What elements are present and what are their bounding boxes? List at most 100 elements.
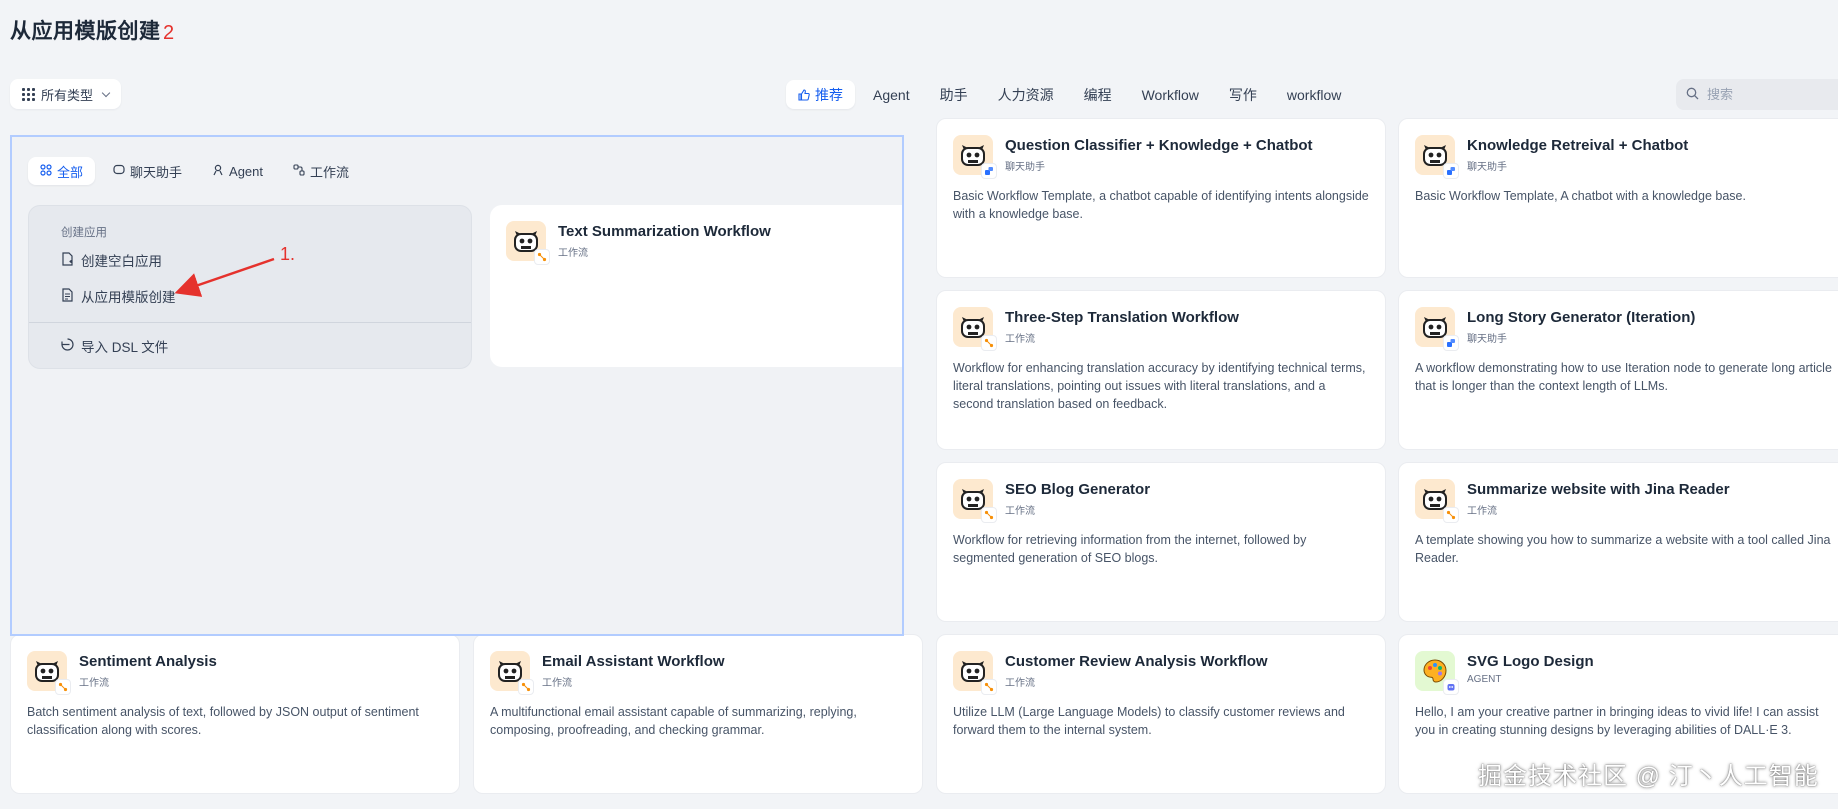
menu-divider (29, 322, 471, 323)
template-card[interactable]: Sentiment Analysis 工作流 Batch sentiment a… (10, 634, 460, 794)
card-title: Long Story Generator (Iteration) (1467, 309, 1696, 326)
create-app-menu: 创建应用 创建空白应用 从应用模版创建 导入 DSL 文件 (28, 205, 472, 369)
search-box[interactable] (1676, 79, 1838, 110)
overlay-tab-workflow[interactable]: 工作流 (281, 157, 361, 185)
robot-face-icon (1415, 479, 1459, 523)
robot-face-icon (27, 651, 71, 695)
card-type: 工作流 (1005, 506, 1035, 517)
card-description: Utilize LLM (Large Language Models) to c… (953, 705, 1345, 737)
tab-assistant[interactable]: 助手 (928, 80, 980, 109)
tab-workflow[interactable]: Workflow (1130, 80, 1211, 109)
card-type: 工作流 (1467, 506, 1497, 517)
card-type: 工作流 (1005, 678, 1035, 689)
robot-face-icon (953, 135, 997, 179)
card-title: Email Assistant Workflow (542, 653, 725, 670)
template-card[interactable]: SEO Blog Generator 工作流 Workflow for retr… (936, 462, 1386, 622)
overlay-tab-label: Agent (229, 163, 264, 179)
card-title: Text Summarization Workflow (558, 223, 771, 240)
card-type: 聊天助手 (1467, 162, 1507, 173)
card-type: 聊天助手 (1005, 162, 1045, 173)
chat-badge-icon (1443, 163, 1459, 179)
type-select-label: 所有类型 (41, 87, 94, 103)
template-card[interactable]: Question Classifier + Knowledge + Chatbo… (936, 118, 1386, 278)
tab-agent[interactable]: Agent (861, 80, 922, 109)
menu-create-blank-app[interactable]: 创建空白应用 (61, 250, 162, 270)
overlay-tab-label: 工作流 (310, 164, 350, 180)
template-card[interactable]: Long Story Generator (Iteration) 聊天助手 A … (1398, 290, 1838, 450)
card-description: Hello, I am your creative partner in bri… (1415, 705, 1819, 737)
overlay-tab-chat-assistant[interactable]: 聊天助手 (101, 157, 194, 185)
overlay-tab-label: 全部 (57, 164, 84, 180)
card-title: Summarize website with Jina Reader (1467, 481, 1730, 498)
menu-create-from-template[interactable]: 从应用模版创建 (61, 286, 176, 306)
tab-hr[interactable]: 人力资源 (986, 80, 1066, 109)
template-card[interactable]: Summarize website with Jina Reader 工作流 A… (1398, 462, 1838, 622)
card-description: Workflow for retrieving information from… (953, 533, 1307, 565)
annotation-step-2: 2 (163, 22, 175, 44)
import-icon (61, 337, 74, 355)
tab-label: 推荐 (815, 86, 843, 103)
template-card[interactable]: Customer Review Analysis Workflow 工作流 Ut… (936, 634, 1386, 794)
overlay-tab-label: 聊天助手 (130, 164, 183, 180)
tab-recommended[interactable]: 推荐 (786, 80, 855, 109)
card-title: SEO Blog Generator (1005, 481, 1151, 498)
card-description: Batch sentiment analysis of text, follow… (27, 705, 419, 737)
template-card[interactable]: Email Assistant Workflow 工作流 A multifunc… (473, 634, 923, 794)
workflow-badge-icon (981, 679, 997, 695)
file-plus-icon (61, 251, 74, 269)
watermark: 掘金技术社区 @ 汀丶人工智能 (1478, 763, 1819, 790)
chat-badge-icon (1443, 335, 1459, 351)
palette-icon (1415, 651, 1459, 695)
chat-badge-icon (981, 163, 997, 179)
menu-item-label: 导入 DSL 文件 (81, 340, 169, 355)
card-type: 工作流 (1005, 334, 1035, 345)
robot-face-icon (506, 221, 550, 265)
overlay-tab-agent[interactable]: Agent (200, 157, 275, 185)
card-type: AGENT (1467, 674, 1502, 685)
card-type: 工作流 (542, 678, 572, 689)
tab-workflow-lower[interactable]: workflow (1275, 80, 1353, 109)
overlay-tabs: 全部 聊天助手 Agent 工作流 (28, 157, 361, 185)
search-icon (1686, 87, 1699, 103)
card-title: Customer Review Analysis Workflow (1005, 653, 1268, 670)
template-card[interactable]: Knowledge Retreival + Chatbot 聊天助手 Basic… (1398, 118, 1838, 278)
robot-face-icon (1415, 307, 1459, 351)
tab-writing[interactable]: 写作 (1217, 80, 1269, 109)
workflow-badge-icon (981, 507, 997, 523)
tab-programming[interactable]: 编程 (1072, 80, 1124, 109)
overlay-tab-all[interactable]: 全部 (28, 157, 96, 185)
grid-icon (40, 163, 52, 179)
type-select-dropdown[interactable]: 所有类型 (10, 79, 122, 109)
menu-import-dsl[interactable]: 导入 DSL 文件 (61, 336, 168, 356)
template-card[interactable]: Three-Step Translation Workflow 工作流 Work… (936, 290, 1386, 450)
card-type: 工作流 (79, 678, 109, 689)
grid-icon (22, 87, 35, 101)
card-title: Three-Step Translation Workflow (1005, 309, 1239, 326)
workflow-badge-icon (534, 249, 550, 265)
card-title: Question Classifier + Knowledge + Chatbo… (1005, 137, 1313, 154)
search-input[interactable] (1705, 86, 1825, 103)
workflow-badge-icon (55, 679, 71, 695)
card-type: 聊天助手 (1467, 334, 1507, 345)
template-file-icon (61, 287, 74, 305)
robot-face-icon (490, 651, 534, 695)
robot-face-icon (1415, 135, 1459, 179)
thumbs-up-icon (798, 88, 810, 101)
page-title: 从应用模版创建 (10, 20, 161, 43)
chevron-down-icon (101, 88, 111, 97)
annotation-step-1: 1. (280, 244, 296, 264)
agent-badge-icon (1443, 679, 1459, 695)
menu-item-label: 从应用模版创建 (81, 290, 176, 305)
robot-face-icon (953, 307, 997, 351)
card-description: A template showing you how to summarize … (1415, 533, 1831, 565)
robot-face-icon (953, 479, 997, 523)
card-type: 工作流 (558, 248, 588, 259)
card-description: Basic Workflow Template, A chatbot with … (1415, 189, 1746, 203)
workflow-badge-icon (981, 335, 997, 351)
workflow-badge-icon (518, 679, 534, 695)
template-card[interactable]: Text Summarization Workflow 工作流 (490, 205, 902, 367)
create-app-overlay: 全部 聊天助手 Agent 工作流 创建应用 创建空白应用 从应用模版创建 导入… (10, 135, 904, 636)
workflow-icon (293, 163, 305, 179)
workflow-badge-icon (1443, 507, 1459, 523)
card-description: Basic Workflow Template, a chatbot capab… (953, 189, 1369, 221)
